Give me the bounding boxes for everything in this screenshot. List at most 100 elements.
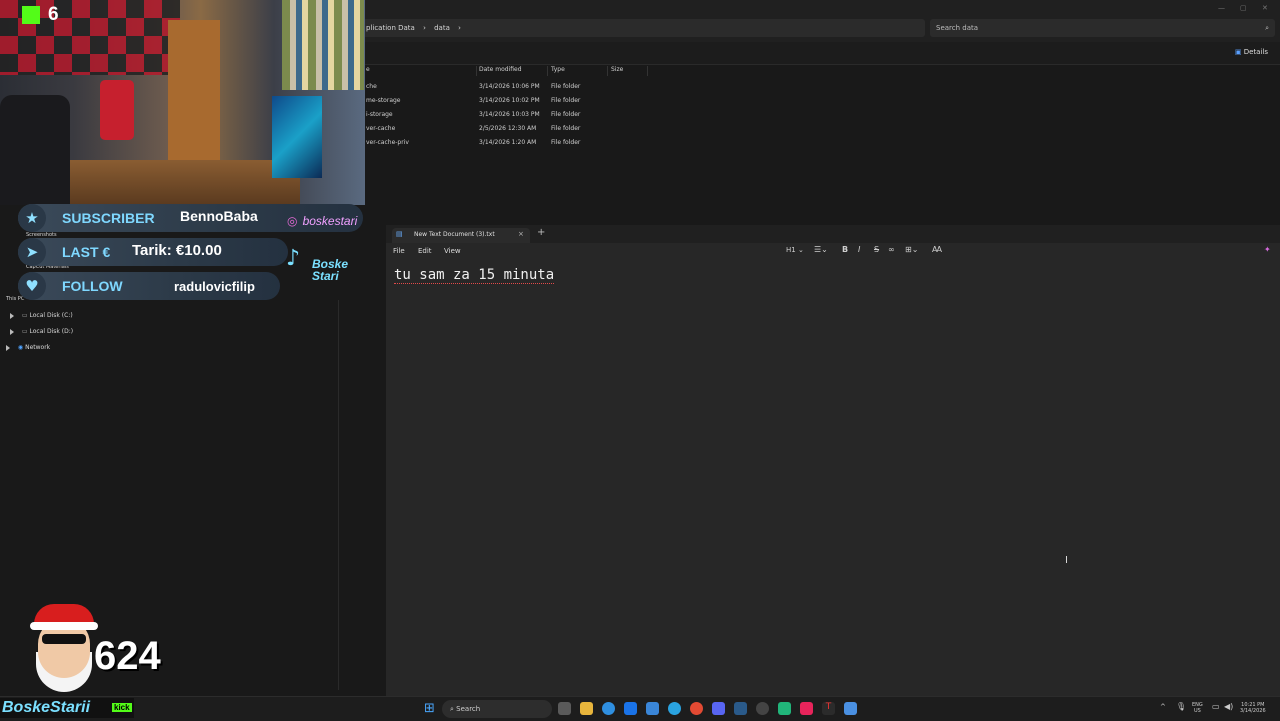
minimize-button[interactable]: — xyxy=(1218,4,1225,12)
expand-chevron-icon[interactable] xyxy=(10,312,14,319)
row-date: 3/14/2026 10:03 PM xyxy=(479,111,540,118)
row-type: File folder xyxy=(551,83,581,90)
column-header-date[interactable]: Date modified xyxy=(479,66,548,76)
tab-title: New Text Document (3).txt xyxy=(414,231,495,238)
clear-format-icon[interactable]: Ꜳ xyxy=(932,245,942,254)
row-date: 3/14/2026 10:06 PM xyxy=(479,83,540,90)
tab-document[interactable]: ▤ New Text Document (3).txt × xyxy=(392,228,530,243)
row-name: ver-cache xyxy=(366,125,396,132)
nav-label: This PC xyxy=(6,296,25,302)
language-indicator[interactable]: ENG US xyxy=(1192,702,1203,714)
chrome-icon[interactable] xyxy=(690,702,703,715)
vscode-icon[interactable] xyxy=(734,702,747,715)
column-header-size[interactable]: Size xyxy=(611,66,648,76)
alert-value: BennoBaba xyxy=(180,208,258,224)
details-label: Details xyxy=(1243,48,1268,56)
heading-dropdown[interactable]: H1 ⌄ xyxy=(786,246,804,254)
alert-value: radulovicfilip xyxy=(174,279,255,294)
nav-item-network[interactable]: ◉ Network xyxy=(6,344,50,351)
details-button[interactable]: ▣ Details xyxy=(1235,48,1268,56)
document-content[interactable]: tu sam za 15 minuta xyxy=(394,267,555,284)
instagram-handle: ◎ boskestari xyxy=(287,210,357,229)
tray-overflow-icon[interactable]: ^ xyxy=(1160,703,1166,711)
clock[interactable]: 10:21 PM 3/14/2026 xyxy=(1240,702,1266,714)
text-cursor-icon: I xyxy=(1065,555,1068,566)
notepad-taskbar-icon[interactable] xyxy=(844,702,857,715)
nav-pane-divider xyxy=(338,300,339,690)
nav-item-this-pc[interactable]: This PC xyxy=(6,296,24,302)
list-icon[interactable]: ☰⌄ xyxy=(814,245,828,254)
maximize-button[interactable]: ▢ xyxy=(1240,4,1247,12)
row-type: File folder xyxy=(551,139,581,146)
column-header-name[interactable]: e xyxy=(366,66,477,76)
breadcrumb-segment[interactable]: plication Data xyxy=(366,24,415,32)
star-icon: ★ xyxy=(18,204,46,232)
expand-chevron-icon[interactable] xyxy=(6,344,10,351)
link-icon[interactable]: ∞ xyxy=(888,245,895,254)
floor xyxy=(60,160,300,205)
table-icon[interactable]: ⊞⌄ xyxy=(905,245,918,254)
menu-view[interactable]: View xyxy=(444,247,461,255)
tiktok-app-icon[interactable] xyxy=(800,702,813,715)
column-header-type[interactable]: Type xyxy=(551,66,608,76)
microphone-icon[interactable]: 🎙 xyxy=(1176,702,1186,711)
row-type: File folder xyxy=(551,111,581,118)
tiktok-icon: ♪ xyxy=(286,246,301,271)
taskbar-search[interactable]: ⌕ Search xyxy=(442,700,552,718)
task-view-icon[interactable] xyxy=(558,702,571,715)
volume-icon[interactable]: ◀) xyxy=(1224,702,1233,711)
address-bar[interactable]: plication Data › data › xyxy=(360,19,925,37)
row-date: 3/14/2026 10:02 PM xyxy=(479,97,540,104)
document-text: tu sam za 15 minuta xyxy=(394,267,555,284)
start-button[interactable]: ⊞ xyxy=(424,701,435,716)
row-type: File folder xyxy=(551,125,581,132)
nav-label: Network xyxy=(25,344,51,351)
mail-icon[interactable] xyxy=(624,702,637,715)
chevron-right-icon: › xyxy=(423,24,426,32)
viewer-count: 6 xyxy=(48,4,59,25)
telegram-icon[interactable] xyxy=(668,702,681,715)
settings-icon[interactable] xyxy=(756,702,769,715)
brand-name: BoskeStarii xyxy=(2,699,91,716)
file-explorer-icon[interactable] xyxy=(580,702,593,715)
expand-chevron-icon[interactable] xyxy=(10,328,14,335)
close-tab-icon[interactable]: × xyxy=(518,230,524,238)
nav-item-disk-d[interactable]: ▭ Local Disk (D:) xyxy=(10,328,73,335)
italic-icon[interactable]: I xyxy=(858,245,860,254)
copilot-icon[interactable]: ✦ xyxy=(1264,245,1271,254)
row-date: 2/5/2026 12:30 AM xyxy=(479,125,537,132)
breadcrumb-segment[interactable]: data xyxy=(434,24,450,32)
clock-date: 3/14/2026 xyxy=(1240,708,1266,714)
bold-icon[interactable]: B xyxy=(842,245,848,254)
arrow-icon: ➤ xyxy=(18,238,46,266)
nav-item-disk-c[interactable]: ▭ Local Disk (C:) xyxy=(10,312,73,319)
poster xyxy=(272,96,322,178)
chevron-right-icon: › xyxy=(458,24,461,32)
strikethrough-icon[interactable]: S xyxy=(874,245,879,254)
typing-app-icon[interactable]: T xyxy=(822,702,835,715)
app-icon[interactable] xyxy=(778,702,791,715)
discord-icon[interactable] xyxy=(712,702,725,715)
drive-icon: ▭ xyxy=(21,328,28,335)
heading-label: H1 xyxy=(786,246,796,254)
store-icon[interactable] xyxy=(646,702,659,715)
network-tray-icon[interactable]: ▭ xyxy=(1212,702,1220,711)
close-button[interactable]: ✕ xyxy=(1262,4,1268,12)
menu-edit[interactable]: Edit xyxy=(418,247,432,255)
follow-alert: ♥ FOLLOW radulovicfilip xyxy=(18,272,280,300)
menu-file[interactable]: File xyxy=(393,247,405,255)
row-name: che xyxy=(366,83,377,90)
row-date: 3/14/2026 1:20 AM xyxy=(479,139,537,146)
taskbar: ⊞ ⌕ Search T ^ 🎙 ENG US ▭ ◀) 10:21 PM 3/… xyxy=(0,696,1280,721)
kick-badge: kick xyxy=(112,703,132,712)
column-label: Size xyxy=(611,66,624,73)
alert-value: Tarik: €10.00 xyxy=(132,242,222,259)
column-label: Date modified xyxy=(479,66,522,73)
new-tab-button[interactable]: + xyxy=(537,227,545,238)
notepad-icon: ▤ xyxy=(396,230,403,238)
search-input[interactable]: Search data ⌕ xyxy=(930,19,1275,37)
heart-icon: ♥ xyxy=(18,272,46,300)
edge-icon[interactable] xyxy=(602,702,615,715)
goal-counter: 624 xyxy=(94,634,161,678)
row-name: ver-cache-priv xyxy=(366,139,409,146)
